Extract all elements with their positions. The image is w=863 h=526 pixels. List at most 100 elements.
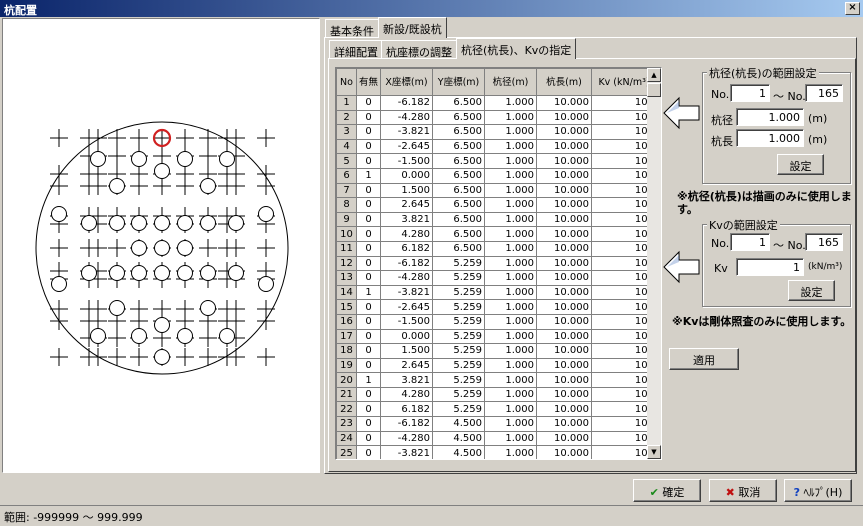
table-cell[interactable]: 10.000 — [536, 255, 593, 272]
table-row[interactable]: 5 0 -1.500 6.500 1.000 10.000 100 — [336, 153, 658, 169]
diameter-from-input[interactable]: 1 — [730, 84, 770, 102]
table-cell[interactable]: 1.000 — [484, 445, 538, 459]
table-cell[interactable]: 0 — [355, 211, 382, 228]
table-cell[interactable]: -4.280 — [380, 270, 434, 286]
table-row[interactable]: 16 0 -1.500 5.259 1.000 10.000 100 — [336, 313, 658, 330]
table-cell[interactable]: 0 — [355, 255, 382, 272]
table-cell[interactable]: 5.259 — [432, 299, 486, 315]
table-cell[interactable]: 1.000 — [484, 138, 538, 155]
scroll-thumb[interactable] — [647, 83, 661, 97]
table-cell[interactable]: 10.000 — [536, 445, 593, 459]
tab-new-existing-piles[interactable]: 新設/既設杭 — [378, 17, 447, 38]
table-cell[interactable]: 10.000 — [536, 357, 593, 374]
table-cell[interactable]: 10.000 — [536, 284, 593, 301]
table-cell[interactable]: 1.000 — [484, 167, 538, 184]
table-cell[interactable]: 5.259 — [432, 270, 486, 286]
table-row[interactable]: 7 0 1.500 6.500 1.000 10.000 100 — [336, 182, 658, 199]
table-cell[interactable]: 1.000 — [484, 255, 538, 272]
table-cell[interactable]: 10.000 — [536, 343, 593, 359]
table-cell[interactable]: -4.280 — [380, 430, 434, 447]
table-cell[interactable]: 1.000 — [484, 109, 538, 126]
table-cell[interactable]: 4.280 — [380, 226, 434, 242]
table-cell[interactable]: 6.500 — [432, 182, 486, 199]
table-cell[interactable]: 10.000 — [536, 138, 593, 155]
table-cell[interactable]: 1.000 — [484, 372, 538, 388]
table-cell[interactable]: 1.000 — [484, 299, 538, 315]
table-cell[interactable]: -1.500 — [380, 153, 434, 169]
table-row[interactable]: 2 0 -4.280 6.500 1.000 10.000 100 — [336, 109, 658, 126]
table-row[interactable]: 1 0 -6.182 6.500 1.000 10.000 100 — [336, 95, 658, 111]
table-cell[interactable]: 0 — [355, 430, 382, 447]
table-cell[interactable]: -2.645 — [380, 299, 434, 315]
table-cell[interactable]: 6.500 — [432, 240, 486, 257]
table-cell[interactable]: 10.000 — [536, 386, 593, 403]
table-cell[interactable]: -6.182 — [380, 255, 434, 272]
length-value-input[interactable]: 1.000 — [736, 129, 804, 147]
table-cell[interactable]: -3.821 — [380, 284, 434, 301]
table-cell[interactable]: 5.259 — [432, 386, 486, 403]
table-cell[interactable]: 1.000 — [484, 95, 538, 111]
table-cell[interactable]: 1.000 — [484, 197, 538, 213]
table-cell[interactable]: 1.000 — [484, 313, 538, 330]
table-row[interactable]: 13 0 -4.280 5.259 1.000 10.000 100 — [336, 270, 658, 286]
table-cell[interactable]: 10.000 — [536, 328, 593, 345]
table-cell[interactable]: 10.000 — [536, 95, 593, 111]
table-cell[interactable]: 6.500 — [432, 226, 486, 242]
table-cell[interactable]: 6.500 — [432, 124, 486, 140]
table-cell[interactable]: 1 — [355, 167, 382, 184]
table-row[interactable]: 15 0 -2.645 5.259 1.000 10.000 100 — [336, 299, 658, 315]
close-button[interactable]: × — [845, 2, 860, 15]
table-row[interactable]: 24 0 -4.280 4.500 1.000 10.000 100 — [336, 430, 658, 447]
table-cell[interactable]: 10.000 — [536, 167, 593, 184]
table-row[interactable]: 18 0 1.500 5.259 1.000 10.000 100 — [336, 343, 658, 359]
kv-set-button[interactable]: 設定 — [788, 280, 835, 301]
table-cell[interactable]: 5.259 — [432, 255, 486, 272]
table-cell[interactable]: 10.000 — [536, 153, 593, 169]
table-cell[interactable]: 10.000 — [536, 109, 593, 126]
diameter-value-input[interactable]: 1.000 — [736, 108, 804, 126]
table-cell[interactable]: 6.500 — [432, 95, 486, 111]
ok-button[interactable]: ✔ 確定 — [633, 479, 701, 502]
table-cell[interactable]: 4.500 — [432, 416, 486, 432]
table-cell[interactable]: 1.000 — [484, 386, 538, 403]
table-cell[interactable]: 1.000 — [484, 211, 538, 228]
table-row[interactable]: 19 0 2.645 5.259 1.000 10.000 100 — [336, 357, 658, 374]
tab-basic-conditions[interactable]: 基本条件 — [325, 19, 379, 38]
table-cell[interactable]: 6.500 — [432, 109, 486, 126]
table-cell[interactable]: 1.000 — [484, 401, 538, 418]
table-cell[interactable]: 1.000 — [484, 430, 538, 447]
table-cell[interactable]: 5.259 — [432, 372, 486, 388]
table-cell[interactable]: 10.000 — [536, 197, 593, 213]
table-cell[interactable]: 6.500 — [432, 211, 486, 228]
table-cell[interactable]: 0 — [355, 240, 382, 257]
table-cell[interactable]: 6.500 — [432, 153, 486, 169]
table-cell[interactable]: 1.000 — [484, 124, 538, 140]
table-cell[interactable]: 1.000 — [484, 343, 538, 359]
table-cell[interactable]: 5.259 — [432, 401, 486, 418]
diameter-to-input[interactable]: 165 — [805, 84, 843, 102]
help-button[interactable]: ? ﾍﾙﾌﾟ(H) — [784, 479, 852, 502]
grid-vertical-scrollbar[interactable]: ▲ ▼ — [647, 68, 661, 459]
table-cell[interactable]: 0 — [355, 343, 382, 359]
table-cell[interactable]: -4.280 — [380, 109, 434, 126]
table-cell[interactable]: 4.280 — [380, 386, 434, 403]
scroll-up-icon[interactable]: ▲ — [647, 68, 661, 82]
table-cell[interactable]: 4.500 — [432, 430, 486, 447]
table-cell[interactable]: 0 — [355, 182, 382, 199]
table-cell[interactable]: 0 — [355, 313, 382, 330]
table-cell[interactable]: 1.000 — [484, 328, 538, 345]
table-cell[interactable]: 1.000 — [484, 182, 538, 199]
table-cell[interactable]: 1.000 — [484, 284, 538, 301]
table-cell[interactable]: 5.259 — [432, 343, 486, 359]
table-cell[interactable]: 6.500 — [432, 167, 486, 184]
table-row[interactable]: 25 0 -3.821 4.500 1.000 10.000 100 — [336, 445, 658, 459]
cancel-button[interactable]: ✖ 取消 — [709, 479, 777, 502]
pile-layout-drawing[interactable] — [2, 18, 320, 473]
table-cell[interactable]: 1.000 — [484, 153, 538, 169]
table-cell[interactable]: 5.259 — [432, 284, 486, 301]
table-cell[interactable]: 10.000 — [536, 299, 593, 315]
table-cell[interactable]: 10.000 — [536, 211, 593, 228]
table-cell[interactable]: 5.259 — [432, 328, 486, 345]
table-row[interactable]: 22 0 6.182 5.259 1.000 10.000 100 — [336, 401, 658, 418]
table-cell[interactable]: 1.500 — [380, 182, 434, 199]
